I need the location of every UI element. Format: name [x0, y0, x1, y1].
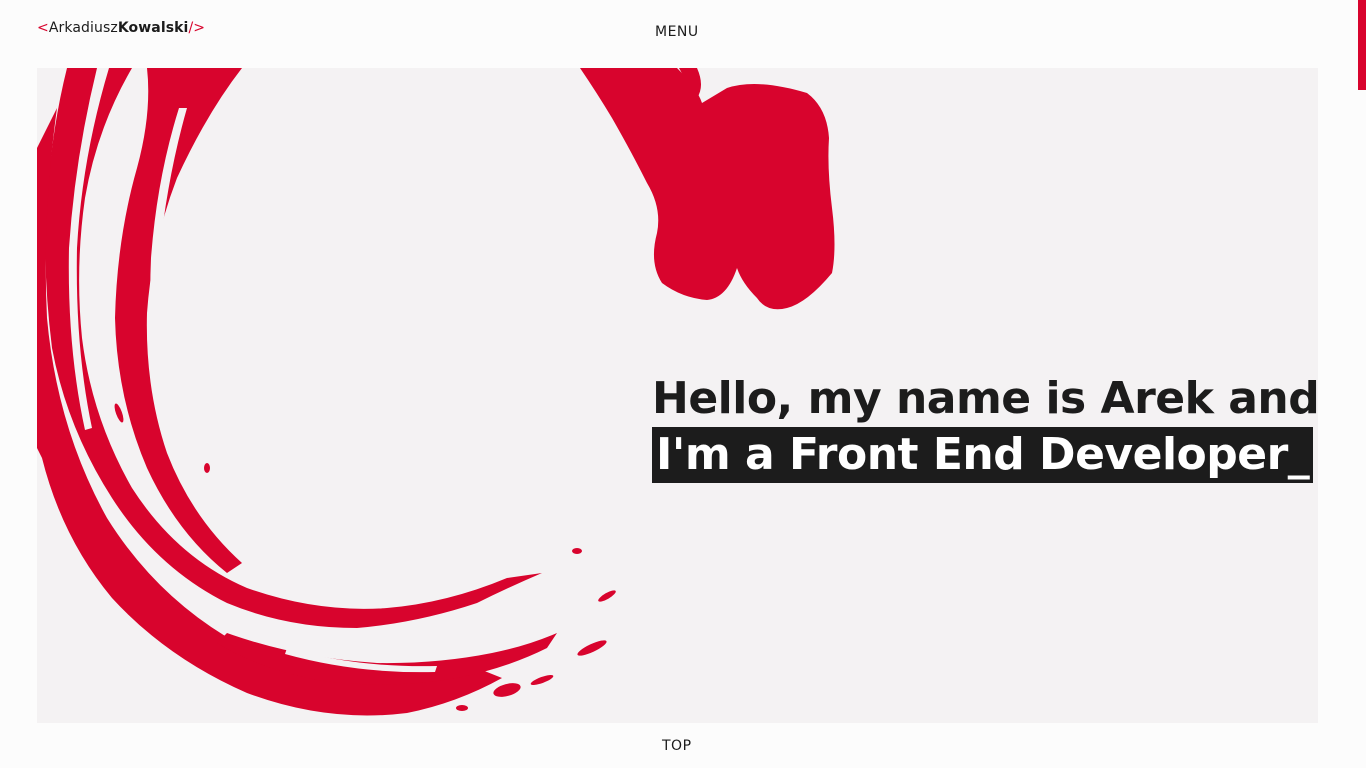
- hero-headline: Hello, my name is Arek and I'm a Front E…: [652, 372, 1318, 483]
- site-logo[interactable]: <ArkadiuszKowalski/>: [37, 20, 205, 36]
- logo-first-name: Arkadiusz: [48, 20, 118, 36]
- logo-last-name: Kowalski: [117, 20, 189, 36]
- headline-role-highlight: I'm a Front End Developer_: [652, 427, 1314, 483]
- hero-section: Hello, my name is Arek and I'm a Front E…: [37, 68, 1318, 723]
- page: <ArkadiuszKowalski/> MENU Hello, my name…: [0, 0, 1366, 768]
- scroll-progress-indicator: [1358, 0, 1366, 90]
- logo-close-bracket: />: [188, 20, 206, 36]
- logo-open-bracket: <: [37, 20, 49, 36]
- back-to-top-button[interactable]: TOP: [662, 738, 692, 754]
- menu-button[interactable]: MENU: [655, 24, 699, 40]
- headline-greeting: Hello, my name is Arek and: [652, 373, 1318, 424]
